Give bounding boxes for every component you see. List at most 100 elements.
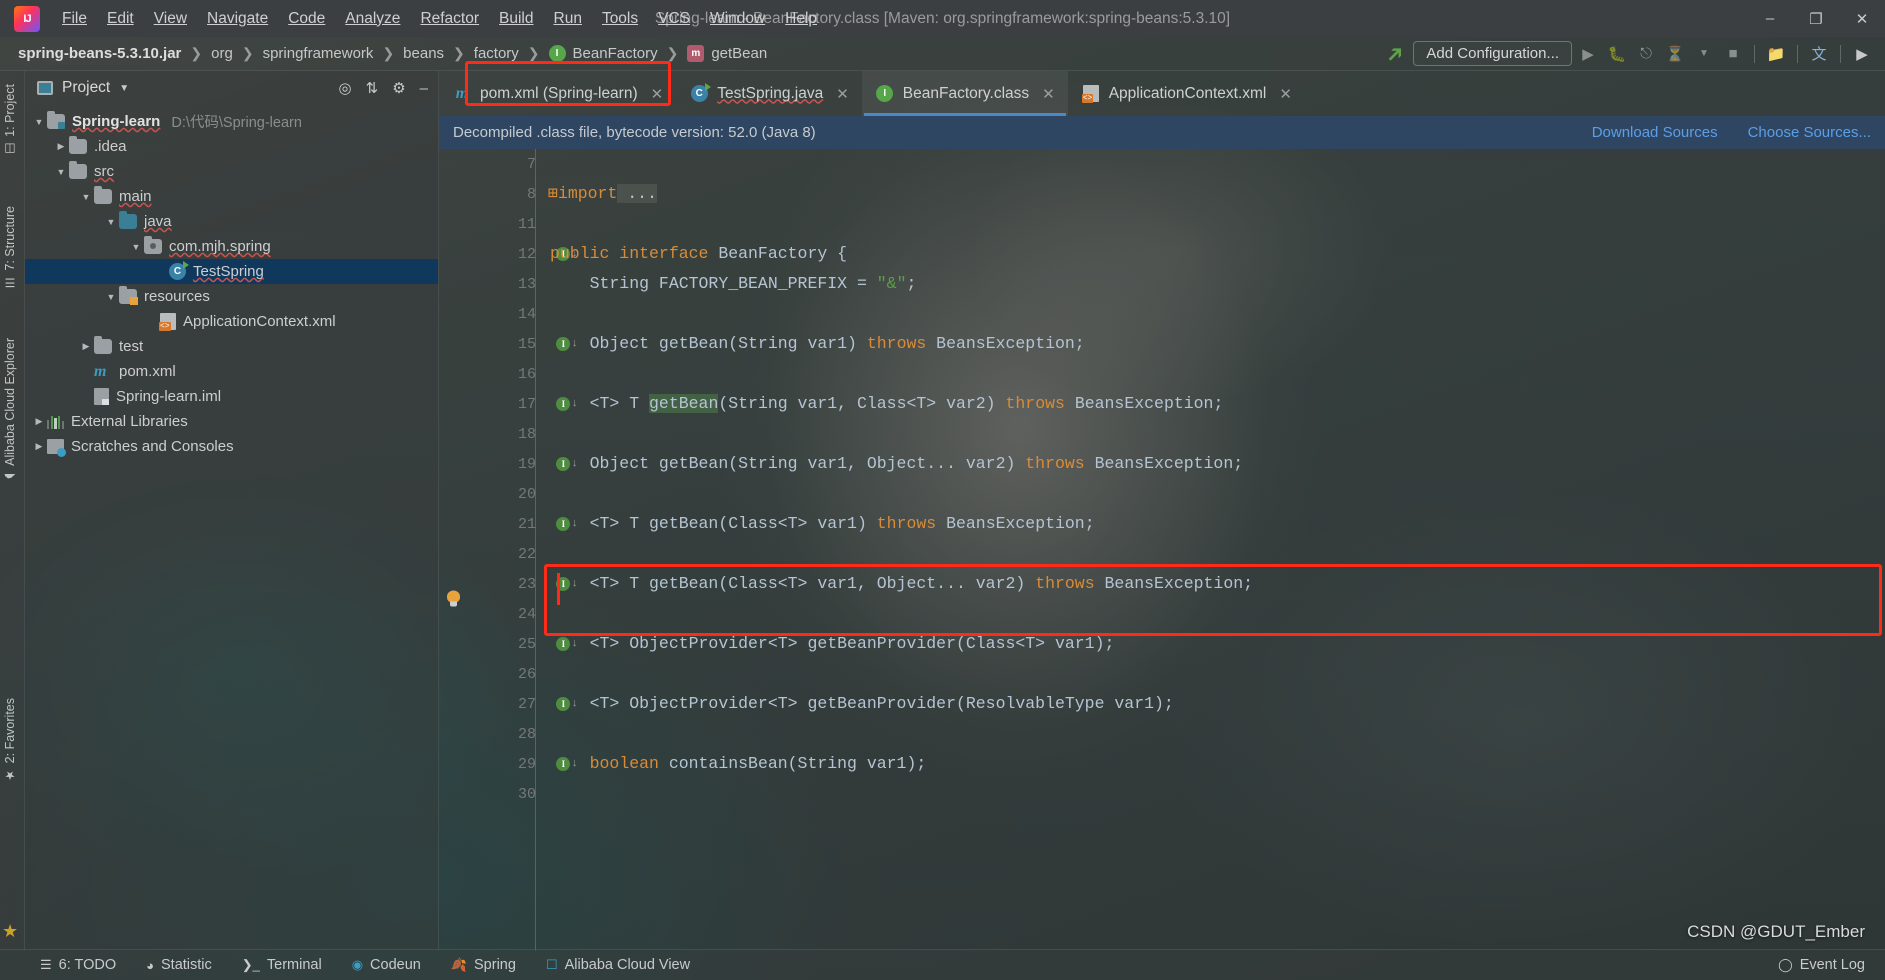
menu-help[interactable]: Help — [775, 7, 827, 31]
expand-arrow-icon[interactable]: ▼ — [128, 242, 144, 252]
download-sources-link[interactable]: Download Sources — [1592, 124, 1718, 141]
menu-window-label: Window — [710, 9, 766, 27]
menu-view[interactable]: View — [144, 7, 197, 31]
expand-arrow-icon[interactable]: ▼ — [103, 217, 119, 227]
close-icon[interactable]: ✕ — [836, 85, 849, 103]
add-configuration-button[interactable]: Add Configuration... — [1413, 41, 1572, 66]
choose-sources-link[interactable]: Choose Sources... — [1748, 124, 1871, 141]
folder-icon — [94, 336, 112, 354]
tree-item-main[interactable]: ▼ main — [25, 184, 438, 209]
status-item-spring[interactable]: 🍂 Spring — [451, 957, 516, 973]
tree-item-spring-learn[interactable]: ▼ Spring-learn D:\代码\Spring-learn — [25, 109, 438, 134]
menu-build[interactable]: Build — [489, 7, 543, 31]
breadcrumb-item-jar[interactable]: spring-beans-5.3.10.jar — [18, 45, 181, 62]
tab-applicationcontext-xml[interactable]: ApplicationContext.xml ✕ — [1068, 71, 1305, 116]
tree-item-scratches-and-consoles[interactable]: ▶ Scratches and Consoles — [25, 434, 438, 459]
expand-arrow-icon[interactable]: ▶ — [78, 341, 94, 352]
debug-icon[interactable]: 🐛 — [1604, 41, 1630, 67]
breadcrumb-item-factory[interactable]: factory — [474, 45, 519, 62]
status-item-terminal[interactable]: ❯_ Terminal — [242, 957, 322, 973]
expand-arrow-icon[interactable]: ▼ — [31, 117, 47, 127]
sidebar-item-alibaba-cloud-explorer[interactable]: ☁ Alibaba Cloud Explorer — [3, 331, 17, 492]
xml-file-icon — [159, 313, 176, 331]
expand-arrow-icon: ▶ — [78, 366, 94, 377]
chevron-down-icon[interactable]: ▼ — [119, 83, 129, 94]
tree-item-applicationcontext-xml[interactable]: ▶ ApplicationContext.xml — [25, 309, 438, 334]
collapse-all-icon[interactable]: ⇅ — [366, 79, 379, 97]
menu-navigate-label: Navigate — [207, 9, 269, 27]
menu-analyze[interactable]: Analyze — [335, 7, 410, 31]
gutter-line: 25 I ↓ — [439, 629, 578, 659]
tree-item-pom-xml[interactable]: ▶ m pom.xml — [25, 359, 438, 384]
console-icon[interactable]: ▶ — [1849, 41, 1875, 67]
stop-icon[interactable]: ■ — [1720, 41, 1746, 67]
code-editor[interactable]: 7 8 11 12 I ↓ 13 14 15 I ↓ 16 17 I ↓ 18 19 I ↓ 2… — [439, 149, 1885, 951]
menu-file[interactable]: File — [52, 7, 97, 31]
menu-vcs[interactable]: VCS — [648, 7, 700, 31]
status-item-todo[interactable]: ☰ 6: TODO — [40, 957, 116, 973]
chevron-down-icon[interactable]: ▼ — [1691, 41, 1717, 67]
breadcrumb-item-getbean[interactable]: getBean — [711, 45, 767, 62]
event-log-button[interactable]: ◯ Event Log — [1778, 957, 1865, 973]
translate-icon[interactable]: 文 — [1806, 41, 1832, 67]
tree-item-spring-learn-iml[interactable]: ▶ Spring-learn.iml — [25, 384, 438, 409]
menu-vcs-label: VCS — [658, 9, 690, 27]
menu-tools[interactable]: Tools — [592, 7, 648, 31]
tab-testspring-java[interactable]: C TestSpring.java ✕ — [676, 71, 862, 116]
menu-code[interactable]: Code — [278, 7, 335, 31]
sidebar-item-structure[interactable]: ☰ 7: Structure — [3, 199, 17, 297]
locate-target-icon[interactable]: ◎ — [339, 79, 352, 97]
profile-icon[interactable]: ⏳ — [1662, 41, 1688, 67]
intention-bulb-icon[interactable] — [447, 590, 460, 608]
breadcrumb-item-beans[interactable]: beans — [403, 45, 444, 62]
close-icon[interactable]: ✕ — [1042, 85, 1055, 103]
build-arrow-icon[interactable]: ➔ — [1379, 38, 1410, 69]
sidebar-item-favorites[interactable]: ★ 2: Favorites — [3, 691, 17, 789]
expand-arrow-icon[interactable]: ▼ — [103, 292, 119, 302]
favorites-star-icon[interactable]: ★ — [2, 921, 18, 942]
tree-item-resources[interactable]: ▼ resources — [25, 284, 438, 309]
tree-item-external-libraries[interactable]: ▶ External Libraries — [25, 409, 438, 434]
line-number: 28 — [517, 725, 536, 743]
breadcrumb-item-springframework[interactable]: springframework — [263, 45, 374, 62]
coverage-icon[interactable]: ⎋ — [1633, 41, 1659, 67]
tab-beanfactory-class[interactable]: I BeanFactory.class ✕ — [861, 71, 1068, 116]
tab-pom-xml[interactable]: m pom.xml (Spring-learn) ✕ — [439, 71, 676, 116]
menu-run[interactable]: Run — [544, 7, 592, 31]
gutter-line: 11 — [439, 209, 544, 239]
menu-refactor[interactable]: Refactor — [410, 7, 489, 31]
code-content[interactable]: ⊞import ... public interface BeanFactory… — [544, 149, 1885, 951]
tree-item-java[interactable]: ▼ java — [25, 209, 438, 234]
expand-arrow-icon[interactable]: ▼ — [78, 192, 94, 202]
editor-gutter[interactable]: 7 8 11 12 I ↓ 13 14 15 I ↓ 16 17 I ↓ 18 19 I ↓ 2… — [439, 149, 578, 951]
menu-window[interactable]: Window — [700, 7, 775, 31]
project-structure-icon[interactable]: 📁 — [1763, 41, 1789, 67]
close-icon[interactable]: ✕ — [1279, 85, 1292, 103]
breadcrumb-item-org[interactable]: org — [211, 45, 233, 62]
status-item-codeun[interactable]: ◉ Codeun — [352, 957, 421, 973]
expand-arrow-icon[interactable]: ▶ — [53, 141, 69, 152]
minimize-button[interactable]: – — [1747, 0, 1793, 37]
maximize-button[interactable]: ❐ — [1793, 0, 1839, 37]
close-button[interactable]: ✕ — [1839, 0, 1885, 37]
close-icon[interactable]: ✕ — [651, 85, 664, 103]
expand-arrow-icon[interactable]: ▼ — [53, 167, 69, 177]
sidebar-item-project[interactable]: ◫ 1: Project — [3, 77, 17, 163]
terminal-icon: ❯_ — [241, 957, 260, 972]
tree-item-src[interactable]: ▼ src — [25, 159, 438, 184]
breadcrumb-item-beanfactory[interactable]: BeanFactory — [573, 45, 658, 62]
status-item-alibaba-cloud-view[interactable]: ☐ Alibaba Cloud View — [546, 957, 690, 973]
menu-edit[interactable]: Edit — [97, 7, 144, 31]
hide-icon[interactable]: – — [420, 80, 428, 97]
run-icon[interactable]: ▶ — [1575, 41, 1601, 67]
tree-item-testspring[interactable]: ▶ C TestSpring — [25, 259, 438, 284]
gear-icon[interactable]: ⚙ — [392, 79, 405, 97]
tree-item-com-mjh-spring[interactable]: ▼ com.mjh.spring — [25, 234, 438, 259]
tree-item-idea[interactable]: ▶ .idea — [25, 134, 438, 159]
tree-item-test[interactable]: ▶ test — [25, 334, 438, 359]
status-item-statistic[interactable]: ◕ Statistic — [146, 957, 212, 973]
expand-arrow-icon[interactable]: ▶ — [31, 416, 47, 427]
menu-navigate[interactable]: Navigate — [197, 7, 278, 31]
expand-arrow-icon[interactable]: ▶ — [31, 441, 47, 452]
